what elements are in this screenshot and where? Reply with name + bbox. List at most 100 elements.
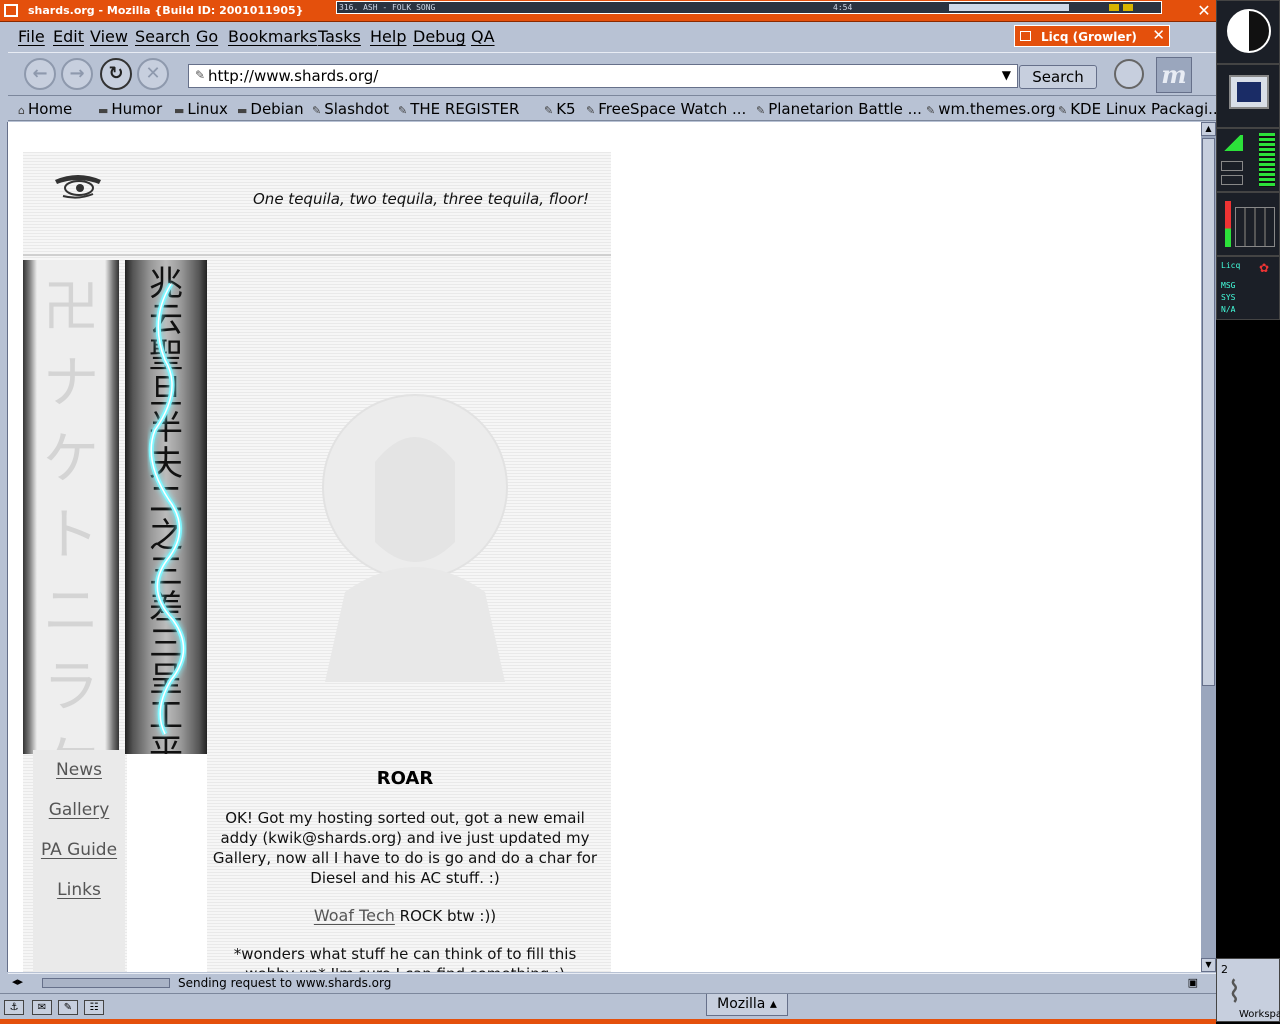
- window-maker-dock: Licq ✿ MSG SYS N/A 2 ⌇ Workspa: [1216, 0, 1280, 1024]
- bookmark-icon: ✎: [398, 104, 408, 117]
- bookmark-kde-linux[interactable]: ✎ KDE Linux Packagi...: [1058, 100, 1216, 118]
- nav-link-news[interactable]: News: [33, 760, 125, 780]
- title-bar[interactable]: shards.org - Mozilla {Build ID: 20010119…: [0, 0, 1216, 22]
- reload-button[interactable]: ↻: [100, 58, 132, 90]
- vertical-scrollbar[interactable]: ▲ ▼: [1201, 122, 1216, 972]
- search-button[interactable]: Search: [1019, 65, 1097, 89]
- window-title: shards.org - Mozilla {Build ID: 20010119…: [28, 4, 304, 17]
- address-book-icon[interactable]: ☷: [84, 1000, 104, 1015]
- bookmark-icon: ✎: [544, 104, 554, 117]
- bookmark-label: K5: [556, 100, 576, 118]
- menu-bar: File Edit View Search Go Bookmarks Tasks…: [8, 23, 1216, 49]
- bookmark-the-register[interactable]: ✎ THE REGISTER: [398, 100, 519, 118]
- menu-file[interactable]: File: [18, 27, 45, 46]
- ghost-character-image: [322, 394, 508, 682]
- bookmark-linux[interactable]: ▬ Linux: [174, 100, 228, 118]
- composer-icon[interactable]: ✎: [58, 1000, 78, 1015]
- dock-app-terminal[interactable]: [1216, 64, 1280, 128]
- menu-edit[interactable]: Edit: [53, 27, 84, 46]
- bookmark-label: Debian: [250, 100, 304, 118]
- bookmark-slashdot[interactable]: ✎ Slashdot: [312, 100, 389, 118]
- licq-label: Licq (Growler): [1041, 30, 1137, 44]
- navigator-icon[interactable]: ⚓: [4, 1000, 24, 1015]
- mixer-controls-icon[interactable]: [1235, 207, 1275, 247]
- bookmark-label: FreeSpace Watch ...: [598, 100, 747, 118]
- equalizer-icon[interactable]: [1109, 4, 1119, 11]
- bookmark-home[interactable]: ⌂ Home: [18, 100, 72, 118]
- menu-go[interactable]: Go: [196, 27, 218, 46]
- licq-window-button[interactable]: Licq (Growler) ✕: [1014, 25, 1170, 47]
- eye-logo-icon: [55, 175, 101, 199]
- track-time: 4:54: [833, 3, 853, 12]
- folder-icon: ▬: [174, 104, 185, 117]
- nav-link-links[interactable]: Links: [33, 880, 125, 900]
- workspace-label: Workspa: [1239, 1009, 1280, 1020]
- monitor-icon: [1229, 75, 1269, 109]
- menu-search[interactable]: Search: [135, 27, 190, 46]
- bookmark-label: Planetarion Battle ...: [768, 100, 922, 118]
- tagline: One tequila, two tequila, three tequila,…: [253, 190, 590, 208]
- lightning-bolt-icon: [148, 282, 186, 736]
- page-content: One tequila, two tequila, three tequila,…: [8, 122, 1201, 972]
- menu-bookmarks[interactable]: Bookmarks: [228, 27, 317, 46]
- url-bar[interactable]: ✎ ▼: [188, 64, 1018, 88]
- web-page: One tequila, two tequila, three tequila,…: [23, 152, 611, 972]
- window-menu-icon[interactable]: [4, 4, 18, 17]
- bookmark-k5[interactable]: ✎ K5: [544, 100, 576, 118]
- close-icon[interactable]: ✕: [1194, 1, 1214, 21]
- window-icon: [1020, 31, 1031, 41]
- status-grippy-icon[interactable]: ◂▸: [12, 975, 23, 988]
- menu-view[interactable]: View: [90, 27, 128, 46]
- scroll-thumb[interactable]: [1202, 138, 1215, 686]
- component-bar: ⚓ ✉ ✎ ☷ Mozilla ▴: [0, 993, 1216, 1024]
- nav-link-pa-guide[interactable]: PA Guide: [33, 840, 125, 860]
- menu-tasks[interactable]: Tasks: [318, 27, 361, 46]
- bookmark-freespace-watch[interactable]: ✎ FreeSpace Watch ...: [586, 100, 746, 118]
- play-controls-icon[interactable]: [1221, 161, 1243, 171]
- mozilla-logo[interactable]: m: [1156, 57, 1192, 93]
- page-icon: ✎: [195, 68, 206, 82]
- reload-icon: ↻: [108, 63, 124, 84]
- bookmark-debian[interactable]: ▬ Debian: [237, 100, 304, 118]
- bookmark-label: Linux: [187, 100, 228, 118]
- dock-app-cpu-meter[interactable]: [1216, 128, 1280, 192]
- workspace-clip[interactable]: 2 ⌇ Workspa: [1216, 958, 1280, 1022]
- woaf-tech-link[interactable]: Woaf Tech: [314, 906, 395, 925]
- spacer-column: [127, 754, 207, 972]
- mode-icon[interactable]: [1221, 175, 1243, 185]
- mozilla-task-button[interactable]: Mozilla ▴: [706, 994, 788, 1016]
- menu-help[interactable]: Help: [370, 27, 406, 46]
- folder-icon: ▬: [98, 104, 109, 117]
- security-lock-icon[interactable]: ▣: [1188, 976, 1198, 989]
- bookmark-label: Slashdot: [324, 100, 390, 118]
- browser-window: shards.org - Mozilla {Build ID: 20010119…: [0, 0, 1216, 1024]
- print-button[interactable]: [1114, 59, 1144, 89]
- back-button[interactable]: ←: [24, 58, 56, 90]
- chevron-down-icon[interactable]: ▼: [1002, 68, 1011, 82]
- dock-app-mixer[interactable]: [1216, 192, 1280, 256]
- bookmark-icon: ✎: [926, 104, 936, 117]
- mail-icon[interactable]: ✉: [32, 1000, 52, 1015]
- media-player-dock[interactable]: 316. ASH - FOLK SONG 4:54: [336, 1, 1162, 14]
- news-heading: ROAR: [376, 768, 434, 789]
- stop-button[interactable]: ✕: [137, 58, 169, 90]
- dock-app-yin-yang[interactable]: [1216, 0, 1280, 64]
- playlist-icon[interactable]: [1123, 4, 1133, 11]
- bookmark-humor[interactable]: ▬ Humor: [98, 100, 162, 118]
- sidebar-grippy[interactable]: [0, 122, 8, 972]
- bookmark-wm-themes[interactable]: ✎ wm.themes.org: [926, 100, 1056, 118]
- scroll-up-icon[interactable]: ▲: [1201, 122, 1216, 136]
- close-icon[interactable]: ✕: [1152, 26, 1165, 44]
- menu-qa[interactable]: QA: [471, 27, 495, 46]
- volume-bar[interactable]: [949, 4, 1069, 11]
- signal-icon: [1221, 135, 1243, 151]
- menu-debug[interactable]: Debug: [413, 27, 466, 46]
- bookmark-icon: ✎: [312, 104, 322, 117]
- forward-button[interactable]: →: [61, 58, 93, 90]
- url-input[interactable]: [208, 67, 988, 85]
- bookmark-label: Home: [27, 100, 73, 118]
- nav-link-gallery[interactable]: Gallery: [33, 800, 125, 820]
- bookmark-planetarion[interactable]: ✎ Planetarion Battle ...: [756, 100, 922, 118]
- dock-app-licq[interactable]: Licq ✿ MSG SYS N/A: [1216, 256, 1280, 320]
- scroll-down-icon[interactable]: ▼: [1201, 958, 1216, 972]
